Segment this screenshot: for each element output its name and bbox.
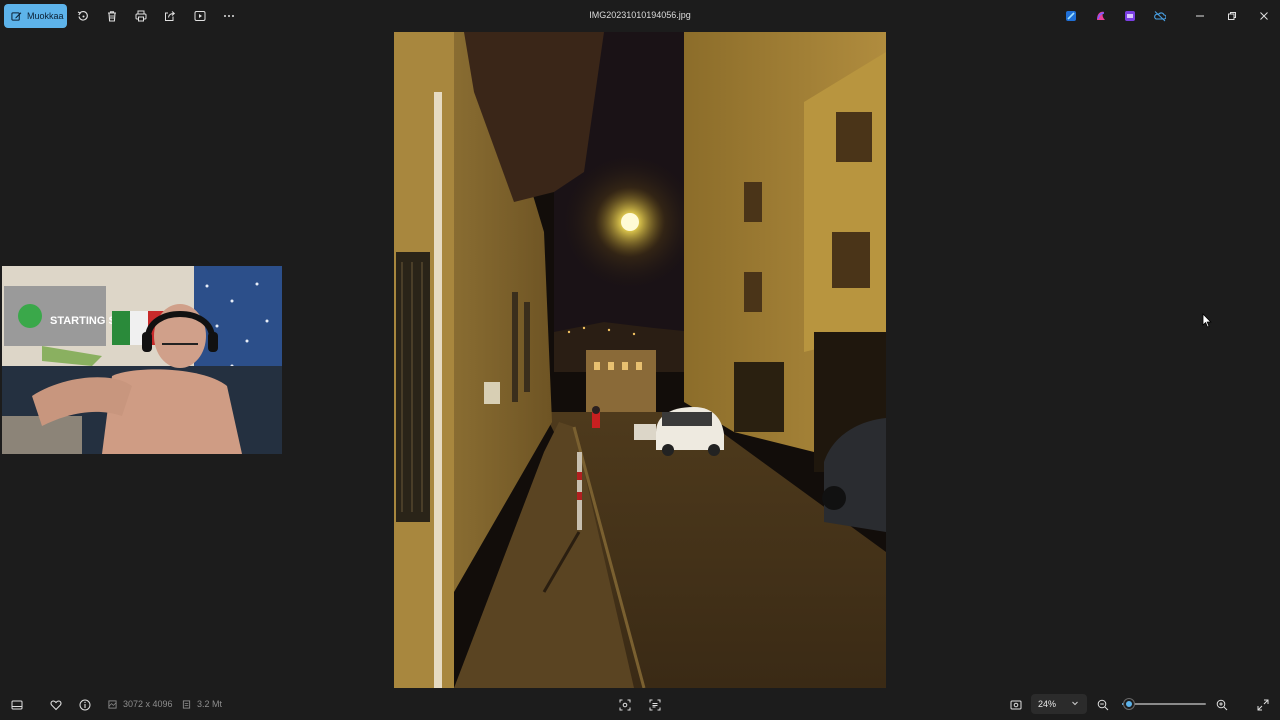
- restore-icon: [1228, 12, 1236, 20]
- file-info-button[interactable]: [75, 696, 95, 714]
- delete-icon: [108, 11, 116, 22]
- file-size-icon: [182, 699, 191, 709]
- zoom-slider-track: [1122, 703, 1206, 705]
- chevron-down-icon: [1072, 701, 1078, 706]
- minimize-icon: [1196, 15, 1204, 17]
- zoom-in-button[interactable]: [1212, 696, 1232, 714]
- filmstrip-icon: [11, 700, 23, 710]
- full-screen-button[interactable]: [1253, 696, 1273, 714]
- image-size-icon: [108, 699, 117, 709]
- fit-window-icon: [1010, 700, 1022, 710]
- zoom-level-dropdown[interactable]: 24%: [1031, 694, 1087, 714]
- zoom-slider-thumb[interactable]: [1123, 699, 1134, 709]
- share-button[interactable]: [159, 6, 181, 26]
- clipchamp-button[interactable]: [1123, 9, 1137, 23]
- scan-text-button[interactable]: [645, 696, 665, 714]
- select-area-button[interactable]: [615, 696, 635, 714]
- fit-to-window-button[interactable]: [1006, 696, 1026, 714]
- scan-text-icon: [649, 699, 661, 711]
- delete-button[interactable]: [101, 6, 123, 26]
- image-dimensions: 3072 x 4096: [108, 699, 173, 709]
- maximize-button[interactable]: [1220, 6, 1244, 26]
- onedrive-icon: [1154, 11, 1166, 22]
- close-icon: [1260, 12, 1268, 20]
- expand-icon: [1257, 699, 1269, 711]
- slideshow-button[interactable]: [189, 6, 211, 26]
- more-icon: [224, 15, 234, 17]
- mouse-cursor-icon: [1202, 313, 1212, 328]
- heart-icon: [50, 700, 62, 711]
- edit-button-label: Muokkaa: [27, 11, 64, 21]
- designer-button[interactable]: [1064, 9, 1078, 23]
- webcam-feed: STARTING SOON: [2, 266, 282, 454]
- more-options-button[interactable]: [218, 6, 240, 26]
- copilot-button[interactable]: [1094, 9, 1108, 23]
- rotate-icon: [77, 11, 88, 21]
- file-size: 3.2 Mt: [182, 699, 222, 709]
- street-night-photo: [394, 32, 886, 688]
- clipchamp-icon: [1125, 11, 1135, 21]
- share-icon: [165, 11, 176, 21]
- select-area-icon: [619, 699, 631, 711]
- zoom-in-icon: [1216, 699, 1228, 711]
- webcam-overlay: STARTING SOON: [2, 266, 282, 454]
- print-icon: [135, 10, 147, 22]
- photos-app-window: Muokkaa IMG20231010194056.jpg STARTING S…: [0, 0, 1280, 720]
- zoom-out-icon: [1097, 699, 1109, 711]
- onedrive-button[interactable]: [1153, 9, 1167, 23]
- zoom-level-value: 24%: [1038, 699, 1057, 709]
- slideshow-icon: [194, 11, 206, 21]
- print-button[interactable]: [130, 6, 152, 26]
- info-icon: [79, 699, 91, 711]
- copilot-icon: [1097, 11, 1105, 20]
- rotate-button[interactable]: [72, 6, 94, 26]
- zoom-slider[interactable]: [1120, 698, 1208, 710]
- edit-button[interactable]: Muokkaa: [4, 4, 67, 28]
- edit-icon: [11, 11, 22, 21]
- file-size-text: 3.2 Mt: [197, 699, 223, 709]
- title-bar: Muokkaa IMG20231010194056.jpg: [0, 0, 1280, 32]
- main-photo[interactable]: [394, 32, 886, 688]
- zoom-out-button[interactable]: [1093, 696, 1113, 714]
- close-button[interactable]: [1252, 6, 1276, 26]
- designer-icon: [1066, 11, 1076, 21]
- filmstrip-button[interactable]: [7, 696, 27, 714]
- image-dimensions-text: 3072 x 4096: [123, 699, 173, 709]
- minimize-button[interactable]: [1188, 6, 1212, 26]
- favorite-button[interactable]: [46, 696, 66, 714]
